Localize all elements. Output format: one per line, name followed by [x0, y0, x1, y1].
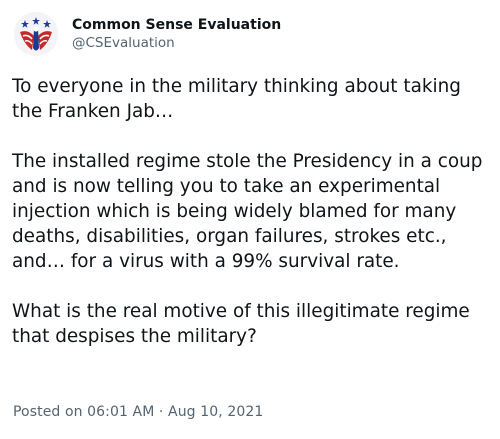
author-handle[interactable]: @CSEvaluation	[72, 34, 281, 52]
tweet-paragraph: What is the real motive of this illegiti…	[12, 301, 470, 347]
avatar[interactable]	[14, 12, 58, 56]
tweet-body: To everyone in the military thinking abo…	[12, 74, 490, 349]
tweet-timestamp[interactable]: Posted on 06:01 AM · Aug 10, 2021	[13, 404, 263, 420]
tweet-paragraph: To everyone in the military thinking abo…	[12, 76, 461, 122]
author-names: Common Sense Evaluation @CSEvaluation	[72, 16, 281, 52]
eagle-flag-logo-icon	[14, 12, 58, 56]
tweet-paragraph: The installed regime stole the Presidenc…	[12, 151, 483, 272]
tweet-header: Common Sense Evaluation @CSEvaluation	[14, 12, 281, 56]
author-display-name[interactable]: Common Sense Evaluation	[72, 16, 281, 34]
